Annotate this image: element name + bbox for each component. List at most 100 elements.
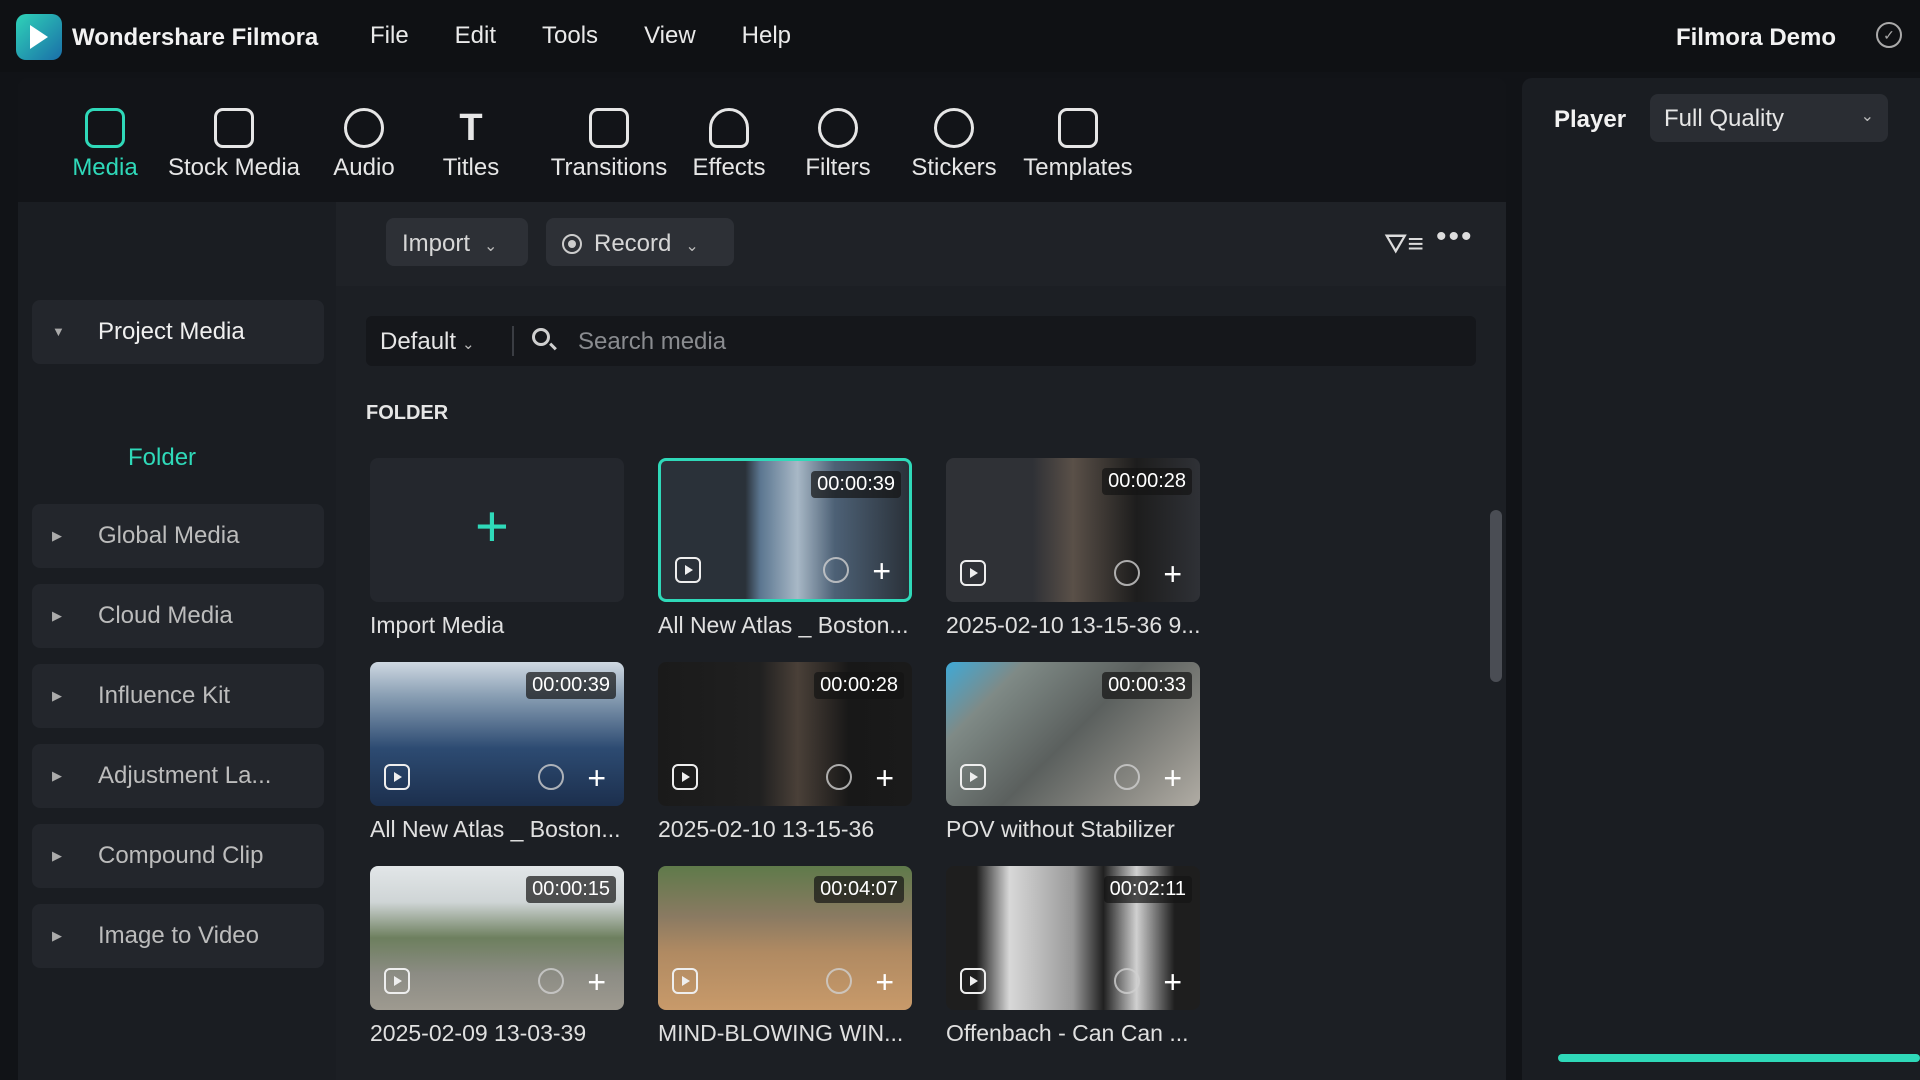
app-title: Wondershare Filmora — [72, 24, 319, 51]
media-controls: Import ⌄ Record ⌄ ⛛≡ ••• — [336, 202, 1506, 286]
clip-icon[interactable] — [384, 968, 410, 994]
clip-icon[interactable] — [960, 968, 986, 994]
tab-stock-media[interactable]: Stock Media — [166, 108, 302, 182]
tab-filters[interactable]: Filters — [788, 108, 888, 182]
search-icon — [532, 328, 550, 346]
clip-icon[interactable] — [960, 560, 986, 586]
media-thumbnail[interactable]: 00:00:39 + — [658, 458, 912, 602]
clip-icon[interactable] — [672, 968, 698, 994]
menu-view[interactable]: View — [644, 22, 696, 50]
quality-dropdown[interactable]: Full Quality ⌄ — [1650, 94, 1888, 142]
plus-icon: + — [475, 494, 509, 559]
add-to-timeline-icon[interactable]: + — [875, 966, 894, 998]
media-thumbnail[interactable]: 00:00:39 + — [370, 662, 624, 806]
media-thumbnail[interactable]: 00:02:11 + — [946, 866, 1200, 1010]
sidebar-item-compound-clip[interactable]: ▶ Compound Clip — [32, 824, 324, 888]
chevron-down-icon: ⌄ — [462, 336, 475, 353]
clip-icon[interactable] — [672, 764, 698, 790]
media-thumbnail[interactable]: 00:04:07 + — [658, 866, 912, 1010]
filters-icon — [818, 108, 858, 148]
record-button[interactable]: Record ⌄ — [546, 218, 734, 266]
media-name: 2025-02-09 13-03-39 — [370, 1020, 587, 1046]
add-to-timeline-icon[interactable]: + — [587, 762, 606, 794]
tab-templates[interactable]: Templates — [1008, 108, 1148, 182]
audio-icon — [344, 108, 384, 148]
sidebar-item-project-media[interactable]: ▼ Project Media — [32, 300, 324, 364]
sidebar-item-image-to-video[interactable]: ▶ Image to Video — [32, 904, 324, 968]
tab-media[interactable]: Media — [60, 108, 150, 182]
clip-icon[interactable] — [675, 557, 701, 583]
clip-icon[interactable] — [960, 764, 986, 790]
ai-icon[interactable] — [1114, 560, 1140, 586]
media-thumbnail[interactable]: 00:00:33 + — [946, 662, 1200, 806]
stickers-icon — [934, 108, 974, 148]
duration-badge: 00:04:07 — [814, 876, 904, 903]
media-name: All New Atlas _ Boston... — [658, 612, 909, 638]
tab-transitions[interactable]: Transitions — [534, 108, 684, 182]
caret-right-icon: ▶ — [52, 528, 62, 543]
transitions-icon — [589, 108, 629, 148]
menu-tools[interactable]: Tools — [542, 22, 598, 50]
import-media-tile[interactable]: + — [370, 458, 624, 602]
media-scrollbar[interactable] — [1490, 510, 1502, 682]
sidebar-folder[interactable]: Folder — [128, 444, 196, 472]
tab-stock-media-label: Stock Media — [167, 154, 301, 181]
caret-down-icon: ▼ — [52, 324, 65, 339]
sort-dropdown[interactable]: Default ⌄ — [380, 328, 475, 356]
saved-check-icon[interactable]: ✓ — [1876, 22, 1902, 48]
titles-icon: T — [459, 107, 483, 149]
player-panel: Player Full Quality ⌄ — [1522, 78, 1920, 1080]
tab-stickers[interactable]: Stickers — [894, 108, 1014, 182]
more-options-icon[interactable]: ••• — [1436, 220, 1474, 254]
add-to-timeline-icon[interactable]: + — [587, 966, 606, 998]
sidebar-item-label: Project Media — [98, 318, 245, 345]
clip-icon[interactable] — [384, 764, 410, 790]
media-name: 2025-02-10 13-15-36 9... — [946, 612, 1201, 638]
tab-stickers-label: Stickers — [911, 154, 997, 181]
quality-value: Full Quality — [1664, 105, 1785, 132]
tab-audio[interactable]: Audio — [326, 108, 402, 182]
add-to-timeline-icon[interactable]: + — [1163, 558, 1182, 590]
tab-titles[interactable]: T Titles — [436, 108, 506, 182]
project-name[interactable]: Filmora Demo — [1676, 24, 1836, 52]
title-bar: Wondershare Filmora File Edit Tools View… — [0, 0, 1920, 72]
media-thumbnail[interactable]: 00:00:28 + — [658, 662, 912, 806]
sidebar: ▼ Project Media Folder ▶ Global Media ▶ … — [18, 202, 336, 1080]
menu-help[interactable]: Help — [742, 22, 791, 50]
ai-icon[interactable] — [826, 764, 852, 790]
ai-icon[interactable] — [826, 968, 852, 994]
sidebar-item-global-media[interactable]: ▶ Global Media — [32, 504, 324, 568]
media-name: Import Media — [370, 612, 505, 638]
duration-badge: 00:00:28 — [814, 672, 904, 699]
sidebar-item-label: Image to Video — [98, 922, 260, 949]
chevron-down-icon: ⌄ — [1860, 108, 1874, 125]
import-button[interactable]: Import ⌄ — [386, 218, 528, 266]
tab-filters-label: Filters — [805, 154, 871, 181]
menu-bar: File Edit Tools View Help — [370, 22, 791, 50]
menu-file[interactable]: File — [370, 22, 409, 50]
divider — [512, 326, 514, 356]
media-thumbnail[interactable]: 00:00:28 + — [946, 458, 1200, 602]
ai-icon[interactable] — [538, 764, 564, 790]
ai-icon[interactable] — [1114, 968, 1140, 994]
playback-progress-bar[interactable] — [1558, 1054, 1920, 1062]
ai-icon[interactable] — [538, 968, 564, 994]
add-to-timeline-icon[interactable]: + — [1163, 762, 1182, 794]
sidebar-item-cloud-media[interactable]: ▶ Cloud Media — [32, 584, 324, 648]
search-input[interactable] — [576, 324, 1440, 360]
media-thumbnail[interactable]: 00:00:15 + — [370, 866, 624, 1010]
sidebar-item-influence-kit[interactable]: ▶ Influence Kit — [32, 664, 324, 728]
filter-sort-icon[interactable]: ⛛≡ — [1384, 228, 1424, 261]
tab-effects[interactable]: Effects — [676, 108, 782, 182]
sidebar-item-label: Cloud Media — [98, 602, 233, 629]
add-to-timeline-icon[interactable]: + — [875, 762, 894, 794]
ai-icon[interactable] — [1114, 764, 1140, 790]
add-to-timeline-icon[interactable]: + — [872, 555, 891, 587]
ai-icon[interactable] — [823, 557, 849, 583]
tab-effects-label: Effects — [692, 154, 766, 181]
menu-edit[interactable]: Edit — [455, 22, 496, 50]
sidebar-item-label: Global Media — [98, 522, 240, 549]
add-to-timeline-icon[interactable]: + — [1163, 966, 1182, 998]
section-header: FOLDER — [366, 402, 449, 424]
sidebar-item-adjustment-layer[interactable]: ▶ Adjustment La... — [32, 744, 324, 808]
